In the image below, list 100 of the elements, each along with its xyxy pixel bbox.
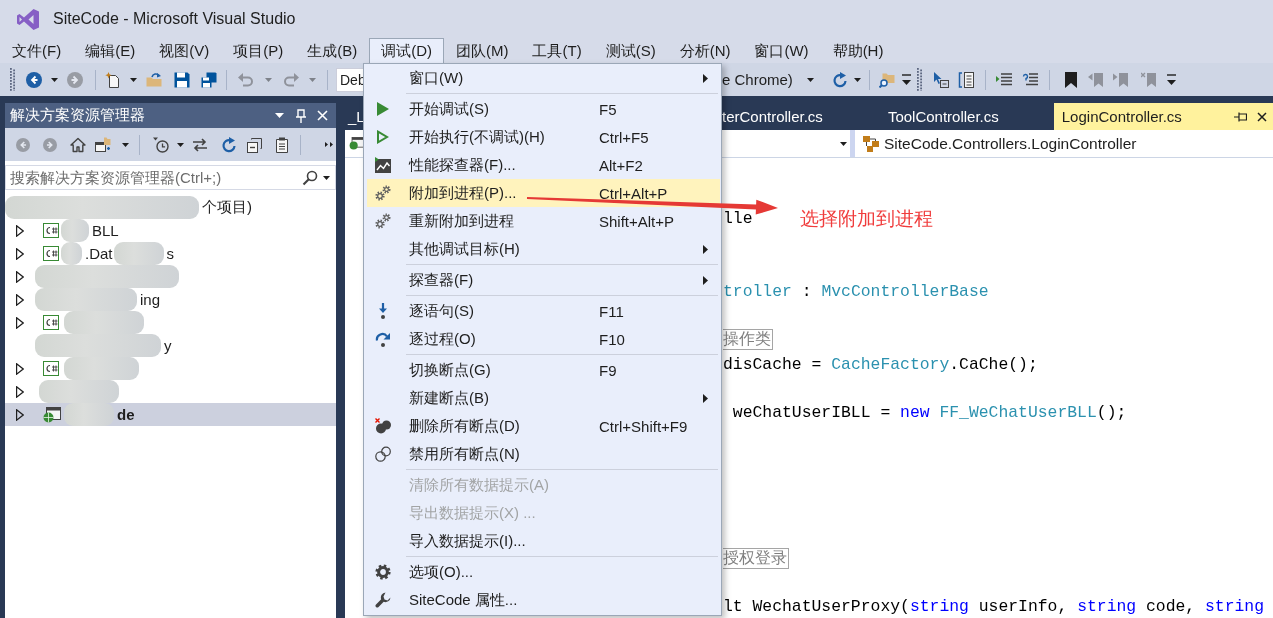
chart-icon bbox=[374, 157, 391, 173]
home-icon[interactable] bbox=[70, 136, 86, 153]
hooked-lines-icon[interactable] bbox=[1021, 73, 1038, 86]
shortcut-text: F9 bbox=[599, 361, 617, 379]
project-icon bbox=[43, 361, 59, 376]
tree-item[interactable]: de bbox=[5, 403, 336, 426]
menu-item[interactable]: 探查器(F) bbox=[367, 266, 720, 294]
menu-bar-item[interactable]: 测试(S) bbox=[593, 38, 668, 63]
caret-icon[interactable] bbox=[177, 142, 184, 147]
caret-icon[interactable] bbox=[840, 141, 847, 146]
pin-icon[interactable] bbox=[1234, 111, 1247, 122]
shortcut-text: Ctrl+F5 bbox=[599, 128, 649, 146]
open-folder-icon[interactable] bbox=[146, 72, 162, 87]
menu-item[interactable]: 新建断点(B) bbox=[367, 384, 720, 412]
clock-icon[interactable] bbox=[153, 136, 169, 153]
menu-item[interactable]: 性能探查器(F)... Alt+F2 bbox=[367, 151, 720, 179]
folder-search-icon[interactable] bbox=[878, 71, 895, 88]
menu-item[interactable]: 选项(O)... bbox=[367, 558, 720, 586]
menu-bar-item[interactable]: 分析(N) bbox=[667, 38, 743, 63]
expand-arrow-icon[interactable] bbox=[16, 362, 24, 375]
menu-item[interactable]: 开始执行(不调试)(H) Ctrl+F5 bbox=[367, 123, 720, 151]
overflow-caret-icon[interactable] bbox=[1166, 73, 1176, 86]
caret-icon[interactable] bbox=[275, 113, 284, 118]
menu-bar-item[interactable]: 团队(M) bbox=[444, 38, 521, 63]
gears-icon bbox=[374, 185, 391, 201]
menu-item[interactable]: 删除所有断点(D) Ctrl+Shift+F9 bbox=[367, 412, 720, 440]
tree-item[interactable]: y bbox=[5, 334, 336, 357]
new-file-icon[interactable] bbox=[105, 71, 121, 88]
menu-bar-item[interactable]: 生成(B) bbox=[295, 38, 370, 63]
document-tab[interactable]: _L bbox=[345, 103, 365, 130]
panel-lines-icon[interactable] bbox=[957, 71, 974, 88]
expand-arrow-icon[interactable] bbox=[16, 247, 24, 260]
back-icon[interactable] bbox=[26, 71, 42, 88]
menu-item[interactable]: SiteCode 属性... bbox=[367, 586, 720, 614]
web-project-icon bbox=[43, 406, 61, 423]
sync-arrows-icon[interactable] bbox=[192, 137, 208, 152]
collapse-all-icon[interactable] bbox=[247, 136, 263, 153]
cursor-box-icon[interactable] bbox=[932, 71, 949, 88]
menu-item[interactable]: 窗口(W) bbox=[367, 64, 720, 92]
caret-icon[interactable] bbox=[806, 77, 814, 82]
tree-item[interactable]: ing bbox=[5, 288, 336, 311]
document-tab[interactable]: LoginController.cs bbox=[1053, 103, 1273, 130]
menu-item[interactable]: 逐语句(S) F11 bbox=[367, 297, 720, 325]
expand-arrow-icon[interactable] bbox=[16, 408, 24, 421]
grip-handle[interactable] bbox=[10, 68, 15, 91]
refresh-icon[interactable] bbox=[221, 136, 237, 153]
tree-item[interactable]: 个项目) bbox=[5, 196, 336, 219]
caret-icon[interactable] bbox=[853, 77, 861, 82]
menu-item[interactable]: 禁用所有断点(N) bbox=[367, 440, 720, 468]
menu-item[interactable]: 附加到进程(P)... Ctrl+Alt+P bbox=[367, 179, 720, 207]
menu-item[interactable]: 开始调试(S) F5 bbox=[367, 95, 720, 123]
breakpoints-delete-icon bbox=[374, 418, 391, 434]
window-folder-icon[interactable] bbox=[95, 136, 111, 153]
text-lines-icon[interactable] bbox=[995, 73, 1012, 86]
menu-item[interactable]: 切换断点(G) F9 bbox=[367, 356, 720, 384]
caret-icon[interactable] bbox=[51, 77, 58, 82]
menu-item[interactable]: 逐过程(O) F10 bbox=[367, 325, 720, 353]
overflow-icon[interactable] bbox=[325, 142, 333, 147]
expand-arrow-icon[interactable] bbox=[16, 270, 24, 283]
bookmark-icon[interactable] bbox=[1064, 71, 1077, 88]
menu-bar-item[interactable]: 编辑(E) bbox=[73, 38, 148, 63]
document-tab[interactable]: ToolController.cs bbox=[867, 103, 1054, 130]
menu-item[interactable]: 其他调试目标(H) bbox=[367, 235, 720, 263]
grip-handle[interactable] bbox=[916, 68, 922, 91]
browser-button[interactable]: e Chrome) bbox=[722, 67, 793, 92]
menu-bar-item[interactable]: 文件(F) bbox=[0, 38, 74, 63]
clipboard-icon[interactable] bbox=[274, 136, 290, 153]
menu-bar-item[interactable]: 调试(D) bbox=[369, 38, 444, 63]
step-over-icon bbox=[374, 331, 391, 347]
annotation-text: 选择附加到进程 bbox=[800, 207, 933, 231]
project-icon bbox=[43, 223, 59, 238]
document-tab[interactable]: terController.cs bbox=[722, 103, 868, 130]
expand-arrow-icon[interactable] bbox=[16, 316, 24, 329]
code-line: 操作类 bbox=[723, 332, 773, 348]
play-icon bbox=[376, 102, 389, 116]
code-line: lle bbox=[723, 211, 753, 227]
shortcut-text: F11 bbox=[599, 302, 624, 320]
search-icon[interactable] bbox=[302, 169, 318, 186]
menu-bar-item[interactable]: 窗口(W) bbox=[742, 38, 821, 63]
caret-icon[interactable] bbox=[130, 77, 137, 82]
search-field[interactable]: 搜索解决方案资源管理器(Ctrl+;) bbox=[5, 165, 336, 190]
menu-item[interactable]: 导入数据提示(I)... bbox=[367, 527, 720, 555]
expand-arrow-icon[interactable] bbox=[16, 224, 24, 237]
tree-item[interactable]: BLL bbox=[5, 219, 336, 242]
caret-icon[interactable] bbox=[122, 142, 129, 147]
menu-bar-item[interactable]: 帮助(H) bbox=[820, 38, 896, 63]
menu-bar-item[interactable]: 项目(P) bbox=[221, 38, 296, 63]
expand-arrow-icon[interactable] bbox=[16, 293, 24, 306]
menu-bar-item[interactable]: 视图(V) bbox=[147, 38, 222, 63]
project-icon bbox=[43, 315, 59, 330]
tree-item[interactable]: .Dat s bbox=[5, 242, 336, 265]
caret-icon[interactable] bbox=[323, 175, 330, 180]
save-all-icon[interactable] bbox=[201, 71, 217, 88]
expand-arrow-icon[interactable] bbox=[16, 385, 24, 398]
menu-bar-item[interactable]: 工具(T) bbox=[520, 38, 594, 63]
close-icon[interactable] bbox=[1257, 111, 1267, 122]
overflow-caret-icon[interactable] bbox=[901, 73, 911, 86]
save-icon[interactable] bbox=[174, 71, 190, 88]
menu-item[interactable]: 重新附加到进程 Shift+Alt+P bbox=[367, 207, 720, 235]
refresh-icon[interactable] bbox=[831, 71, 848, 88]
